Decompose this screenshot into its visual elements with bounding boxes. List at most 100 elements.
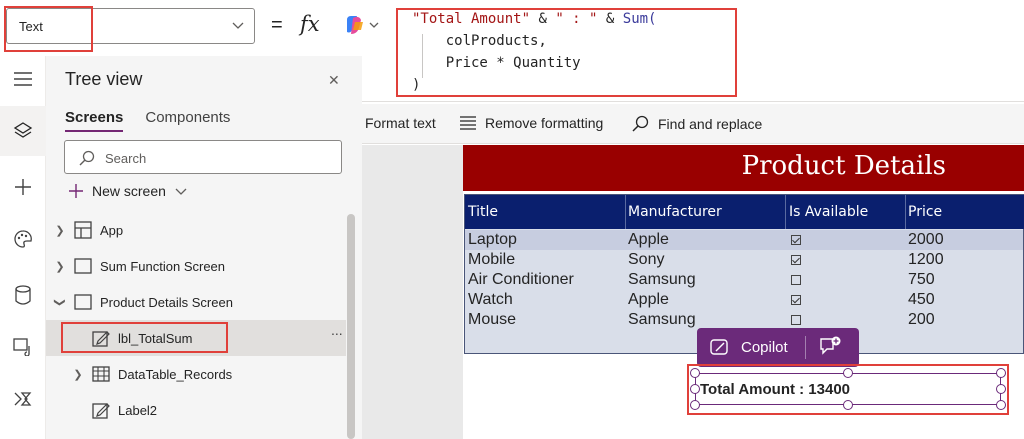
find-replace-button[interactable]: Find and replace: [632, 115, 762, 133]
resize-handle[interactable]: [996, 368, 1006, 378]
cell-available: [791, 271, 801, 290]
table-icon: [92, 366, 110, 382]
search-input[interactable]: Search: [64, 140, 342, 174]
tree-item-label: Label2: [118, 402, 158, 418]
new-screen-button[interactable]: New screen: [68, 183, 188, 199]
tree-tabs: Screens Components: [65, 109, 230, 132]
formula-string-1: "Total Amount": [412, 11, 531, 27]
tab-screens[interactable]: Screens: [65, 109, 124, 132]
chat-plus-icon[interactable]: [819, 336, 843, 358]
chevrons-icon[interactable]: [8, 384, 38, 414]
format-text-label: Format text: [365, 115, 436, 131]
tree-item-datatable-records[interactable]: ❯ DataTable_Records: [46, 356, 346, 392]
copilot-edit-icon: [710, 339, 728, 355]
power-apps-studio: Text = fx "Total Amount" & " : " & Sum( …: [0, 0, 1024, 439]
column-header-is-available[interactable]: Is Available: [789, 204, 868, 220]
screen-icon: [74, 258, 92, 274]
property-dropdown[interactable]: Text: [6, 8, 255, 44]
total-amount-text: Total Amount : 13400: [700, 381, 851, 398]
tree-item-label: Product Details Screen: [100, 294, 233, 310]
tree-item-lbl-totalsum[interactable]: lbl_TotalSum: [46, 320, 346, 356]
hamburger-menu-icon[interactable]: [8, 64, 38, 94]
checkbox-checked-icon: [791, 235, 801, 245]
database-icon[interactable]: [8, 280, 38, 310]
column-header-title[interactable]: Title: [468, 204, 498, 220]
formula-function: Sum(: [622, 11, 657, 27]
formula-op-2: &: [597, 11, 623, 27]
table-row[interactable]: Air Conditioner Samsung 750: [465, 270, 1023, 290]
tab-components[interactable]: Components: [145, 109, 230, 132]
remove-formatting-icon: [460, 116, 476, 130]
remove-formatting-button[interactable]: Remove formatting: [459, 115, 603, 131]
screen-icon: [74, 294, 92, 310]
tree-scrollbar[interactable]: [347, 214, 355, 439]
cell-available: [791, 291, 801, 310]
close-icon[interactable]: ✕: [328, 72, 340, 89]
resize-handle[interactable]: [690, 368, 700, 378]
cell-manufacturer: Samsung: [628, 311, 696, 328]
cell-title: Mobile: [468, 251, 516, 268]
cell-title: Mouse: [468, 311, 517, 328]
cell-price: 750: [908, 271, 935, 288]
cell-manufacturer: Apple: [628, 231, 669, 248]
resize-handle[interactable]: [690, 384, 700, 394]
table-row[interactable]: Mobile Sony 1200: [465, 250, 1023, 270]
cell-available: [791, 231, 801, 250]
formula-line-2: colProducts,: [412, 33, 547, 49]
column-separator: [625, 195, 626, 229]
cell-manufacturer: Sony: [628, 251, 665, 268]
formula-code[interactable]: "Total Amount" & " : " & Sum( colProduct…: [412, 8, 656, 96]
column-separator: [785, 195, 786, 229]
tree-item-label: App: [100, 222, 124, 238]
formula-string-2: " : ": [555, 11, 598, 27]
resize-handle[interactable]: [996, 384, 1006, 394]
tree-item-label2[interactable]: Label2: [46, 392, 346, 428]
left-rail: [0, 56, 46, 439]
find-replace-label: Find and replace: [658, 116, 763, 132]
layers-icon[interactable]: [8, 116, 38, 146]
product-details-header[interactable]: Product Details: [463, 145, 1024, 191]
palette-icon[interactable]: [8, 224, 38, 254]
cell-available: [791, 251, 801, 270]
cell-price: 200: [908, 311, 935, 328]
tree-item-label: lbl_TotalSum: [118, 330, 193, 346]
checkbox-checked-icon: [791, 295, 801, 305]
table-row[interactable]: Mouse Samsung 200: [465, 310, 1023, 330]
more-options-icon[interactable]: ...: [331, 322, 343, 338]
label-edit-icon: [92, 331, 110, 347]
chevron-down-icon[interactable]: ❯: [54, 296, 67, 308]
search-placeholder: Search: [105, 151, 147, 166]
column-header-manufacturer[interactable]: Manufacturer: [628, 204, 722, 220]
cell-price: 1200: [908, 251, 944, 268]
chevron-down-icon: [175, 188, 187, 195]
resize-handle[interactable]: [843, 368, 853, 378]
tree-view-title: Tree view: [65, 69, 143, 89]
checkbox-unchecked-icon: [791, 275, 801, 285]
tree-item-sum-function-screen[interactable]: ❯ Sum Function Screen: [46, 248, 346, 284]
checkbox-unchecked-icon: [791, 315, 801, 325]
table-row[interactable]: Watch Apple 450: [465, 290, 1023, 310]
formula-op-1: &: [530, 11, 556, 27]
label-edit-icon: [92, 403, 110, 419]
resize-handle[interactable]: [996, 400, 1006, 410]
chevron-right-icon[interactable]: ❯: [54, 260, 66, 273]
app-icon: [74, 221, 92, 239]
copilot-icon[interactable]: [343, 14, 383, 36]
remove-formatting-label: Remove formatting: [485, 115, 604, 131]
copilot-label: Copilot: [741, 338, 788, 356]
resize-handle[interactable]: [843, 400, 853, 410]
chevron-right-icon[interactable]: ❯: [54, 224, 66, 237]
add-icon[interactable]: [8, 172, 38, 202]
tree-item-app[interactable]: ❯ App: [46, 212, 346, 248]
table-row[interactable]: Laptop Apple 2000: [465, 230, 1023, 250]
cell-title: Air Conditioner: [468, 271, 574, 288]
chevron-right-icon[interactable]: ❯: [72, 368, 84, 381]
tree-item-label: Sum Function Screen: [100, 258, 226, 274]
column-header-price[interactable]: Price: [908, 204, 942, 220]
cell-title: Watch: [468, 291, 513, 308]
cell-manufacturer: Samsung: [628, 271, 696, 288]
media-icon[interactable]: [8, 332, 38, 362]
resize-handle[interactable]: [690, 400, 700, 410]
copilot-button[interactable]: Copilot: [709, 338, 788, 356]
tree-item-product-details-screen[interactable]: ❯ Product Details Screen: [46, 284, 346, 320]
